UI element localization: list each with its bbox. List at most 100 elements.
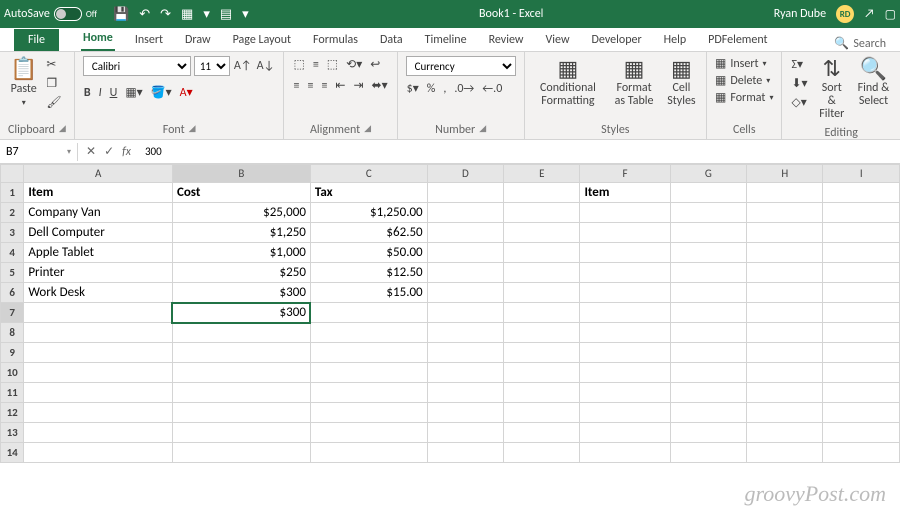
dialog-launcher-icon[interactable]: ◢ [59, 123, 66, 137]
cell-B12[interactable] [172, 403, 310, 423]
cell-D12[interactable] [427, 403, 503, 423]
row-header-10[interactable]: 10 [1, 363, 24, 383]
qat-icon[interactable]: ▾ [203, 7, 210, 22]
cell-C13[interactable] [310, 423, 427, 443]
cell-A3[interactable]: Dell Computer [24, 223, 173, 243]
conditional-formatting-button[interactable]: ▦Conditional Formatting [533, 56, 604, 110]
cell-B5[interactable]: $250 [172, 263, 310, 283]
cell-E10[interactable] [504, 363, 580, 383]
cell-D9[interactable] [427, 343, 503, 363]
cell-F10[interactable] [580, 363, 670, 383]
cell-H10[interactable] [747, 363, 823, 383]
cell-H11[interactable] [747, 383, 823, 403]
tab-file[interactable]: File [14, 29, 59, 51]
cut-icon[interactable]: ✂ [45, 56, 62, 73]
cell-E11[interactable] [504, 383, 580, 403]
paste-button[interactable]: 📋Paste▾ [8, 56, 39, 110]
insert-cells-button[interactable]: ▦Insert▾ [715, 56, 773, 71]
select-all-corner[interactable] [1, 165, 24, 183]
delete-cells-button[interactable]: ▦Delete▾ [715, 73, 773, 88]
cell-A8[interactable] [24, 323, 173, 343]
cell-A13[interactable] [24, 423, 173, 443]
row-header-7[interactable]: 7 [1, 303, 24, 323]
cell-F1[interactable]: Item [580, 183, 670, 203]
cell-C7[interactable] [310, 303, 427, 323]
cell-F6[interactable] [580, 283, 670, 303]
cell-E12[interactable] [504, 403, 580, 423]
cell-D11[interactable] [427, 383, 503, 403]
cell-A11[interactable] [24, 383, 173, 403]
cell-F7[interactable] [580, 303, 670, 323]
col-header-C[interactable]: C [310, 165, 427, 183]
inc-decimal-icon[interactable]: .0→ [453, 81, 475, 97]
format-cells-button[interactable]: ▦Format▾ [715, 90, 773, 105]
row-header-4[interactable]: 4 [1, 243, 24, 263]
cell-A5[interactable]: Printer [24, 263, 173, 283]
cell-B1[interactable]: Cost [172, 183, 310, 203]
cell-A2[interactable]: Company Van [24, 203, 173, 223]
cell-I11[interactable] [823, 383, 900, 403]
row-header-2[interactable]: 2 [1, 203, 24, 223]
name-box[interactable]: B7▾ [0, 143, 78, 161]
cell-I14[interactable] [823, 443, 900, 463]
cell-H13[interactable] [747, 423, 823, 443]
dialog-launcher-icon[interactable]: ◢ [364, 123, 371, 137]
worksheet-grid[interactable]: ABCDEFGHI1ItemCostTaxItem2Company Van$25… [0, 164, 900, 513]
save-icon[interactable]: 💾 [113, 7, 129, 22]
tab-pdfelement[interactable]: PDFelement [706, 29, 769, 51]
cell-H1[interactable] [747, 183, 823, 203]
cell-E9[interactable] [504, 343, 580, 363]
cell-I5[interactable] [823, 263, 900, 283]
tab-insert[interactable]: Insert [133, 29, 165, 51]
cell-E4[interactable] [504, 243, 580, 263]
font-family-select[interactable]: Calibri [83, 56, 191, 76]
cell-D14[interactable] [427, 443, 503, 463]
cell-C14[interactable] [310, 443, 427, 463]
formula-bar[interactable] [139, 143, 900, 160]
cancel-icon[interactable]: ✕ [86, 144, 96, 159]
cell-D1[interactable] [427, 183, 503, 203]
border-icon[interactable]: ▦▾ [124, 84, 143, 101]
cell-G11[interactable] [670, 383, 746, 403]
avatar[interactable]: RD [836, 5, 854, 23]
row-header-8[interactable]: 8 [1, 323, 24, 343]
row-header-5[interactable]: 5 [1, 263, 24, 283]
tab-review[interactable]: Review [487, 29, 526, 51]
cell-G3[interactable] [670, 223, 746, 243]
cell-G5[interactable] [670, 263, 746, 283]
font-color-icon[interactable]: A▾ [179, 84, 194, 101]
align-top-icon[interactable]: ⬚ [292, 56, 305, 73]
col-header-F[interactable]: F [580, 165, 670, 183]
cell-A12[interactable] [24, 403, 173, 423]
format-as-table-button[interactable]: ▦Format as Table [609, 56, 659, 110]
cell-C11[interactable] [310, 383, 427, 403]
cell-A6[interactable]: Work Desk [24, 283, 173, 303]
cell-A14[interactable] [24, 443, 173, 463]
redo-icon[interactable]: ↷ [160, 7, 171, 22]
cell-F2[interactable] [580, 203, 670, 223]
cell-F11[interactable] [580, 383, 670, 403]
merge-icon[interactable]: ⬌▾ [371, 77, 389, 94]
align-middle-icon[interactable]: ≡ [312, 57, 320, 73]
align-center-icon[interactable]: ≡ [306, 78, 314, 94]
tab-home[interactable]: Home [81, 27, 115, 51]
col-header-G[interactable]: G [670, 165, 746, 183]
sort-filter-button[interactable]: ⇅Sort & Filter [815, 56, 849, 124]
fx-icon[interactable]: fx [122, 145, 131, 159]
cell-G1[interactable] [670, 183, 746, 203]
fill-color-icon[interactable]: 🪣▾ [150, 84, 173, 101]
cell-B14[interactable] [172, 443, 310, 463]
cell-F5[interactable] [580, 263, 670, 283]
currency-icon[interactable]: $▾ [406, 80, 420, 97]
tab-page-layout[interactable]: Page Layout [231, 29, 293, 51]
cell-H3[interactable] [747, 223, 823, 243]
copy-icon[interactable]: ❐ [45, 75, 62, 92]
cell-D4[interactable] [427, 243, 503, 263]
autosave-toggle[interactable]: AutoSave Off [4, 7, 97, 21]
indent-inc-icon[interactable]: ⇥ [352, 77, 364, 94]
cell-B11[interactable] [172, 383, 310, 403]
cell-B7[interactable]: $300 [172, 303, 310, 323]
cell-E2[interactable] [504, 203, 580, 223]
cell-C8[interactable] [310, 323, 427, 343]
align-bottom-icon[interactable]: ⬚ [326, 56, 339, 73]
